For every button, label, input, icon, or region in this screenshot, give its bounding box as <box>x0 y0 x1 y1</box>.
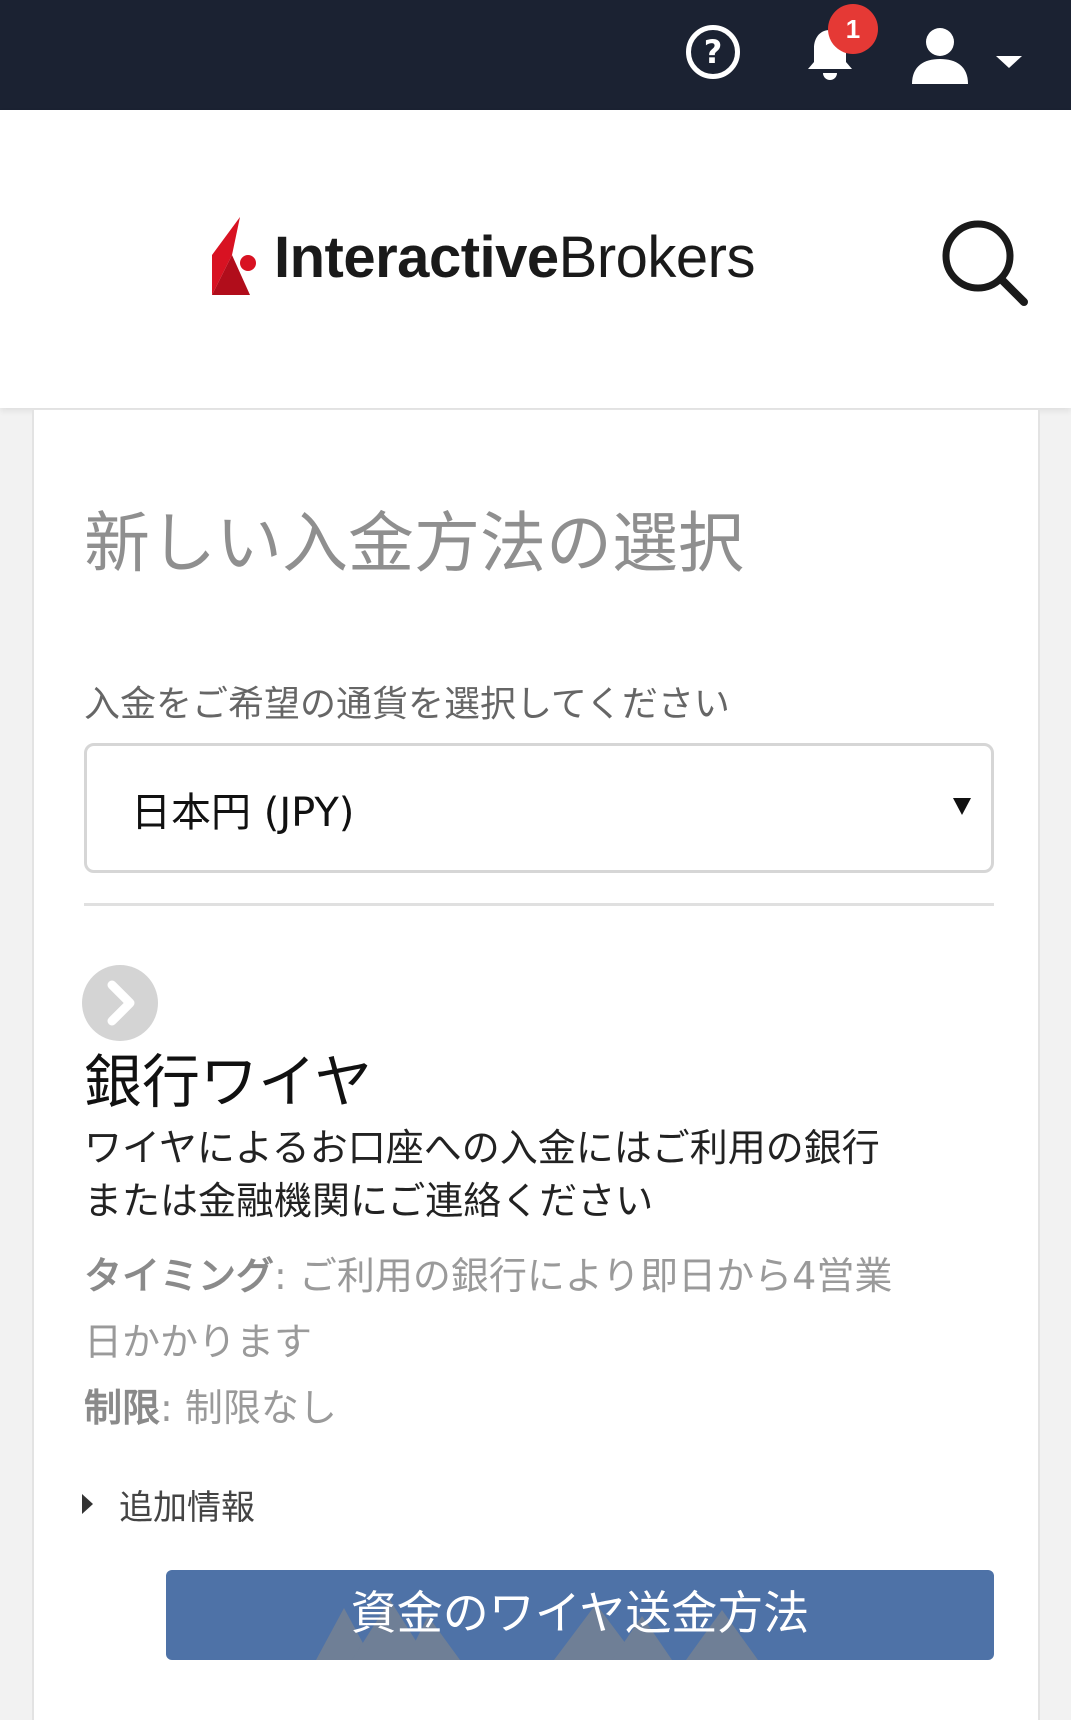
limit-value: : 制限なし <box>160 1386 337 1430</box>
logo-wordmark: InteractiveBrokers <box>274 224 755 290</box>
timing-label: タイミング <box>84 1254 275 1298</box>
triangle-right-icon <box>82 1494 93 1514</box>
limit-info: 制限: 制限なし <box>84 1375 337 1441</box>
top-navigation-bar: ? 1 <box>0 0 1071 110</box>
caret-down-icon[interactable] <box>996 56 1022 68</box>
currency-label: 入金をご希望の通貨を選択してください <box>84 684 730 725</box>
more-info-toggle[interactable]: 追加情報 <box>82 1478 255 1530</box>
method-title[interactable]: 銀行ワイヤ <box>84 1035 372 1119</box>
method-description: ワイヤによるお口座への入金にはご利用の銀行または金融機関にご連絡ください <box>84 1126 880 1223</box>
currency-select[interactable]: 日本円 (JPY) <box>84 743 994 873</box>
notification-badge[interactable]: 1 <box>828 4 878 54</box>
user-icon[interactable] <box>908 22 972 86</box>
chevron-right-circle-icon[interactable] <box>82 965 158 1041</box>
currency-select-value: 日本円 (JPY) <box>131 790 355 836</box>
page-title: 新しい入金方法の選択 <box>84 505 744 582</box>
help-icon[interactable]: ? <box>686 25 740 79</box>
deposit-method-panel: 新しい入金方法の選択 入金をご希望の通貨を選択してください 日本円 (JPY) … <box>32 410 1040 1720</box>
wire-instructions-button[interactable]: 資金のワイヤ送金方法 <box>166 1570 994 1660</box>
more-info-label: 追加情報 <box>119 1487 255 1528</box>
divider <box>84 903 994 906</box>
limit-label: 制限 <box>84 1386 161 1430</box>
ib-logo-icon <box>212 217 256 295</box>
timing-info: タイミング: ご利用の銀行により即日から4営業日かかります <box>84 1243 904 1375</box>
wire-button-label: 資金のワイヤ送金方法 <box>350 1586 810 1640</box>
search-icon[interactable] <box>940 218 1030 308</box>
dropdown-arrow-icon <box>953 798 971 815</box>
ib-logo[interactable]: InteractiveBrokers <box>210 212 755 302</box>
site-header: InteractiveBrokers <box>0 110 1071 408</box>
